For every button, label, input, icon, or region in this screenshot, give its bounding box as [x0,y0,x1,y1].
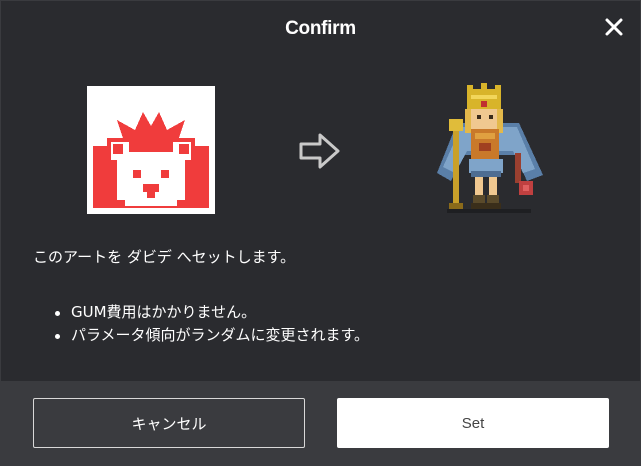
confirm-message: このアートを ダビデ へセットします。 [33,248,296,266]
pixel-king-character-icon [431,83,547,215]
lion-art-icon [87,86,215,214]
cancel-button[interactable]: キャンセル [33,398,305,448]
notes-list: GUM費用はかかりません。 パラメータ傾向がランダムに変更されます。 [49,301,369,347]
confirm-dialog: Confirm このアートを ダビデ へセットします。 GUM費用はかかりません… [0,0,641,466]
dialog-title: Confirm [285,18,356,39]
set-button[interactable]: Set [337,398,609,448]
list-item: パラメータ傾向がランダムに変更されます。 [49,324,369,347]
dialog-header: Confirm [1,1,640,57]
list-item: GUM費用はかかりません。 [49,301,369,324]
arrow-right-icon [298,131,342,171]
close-icon[interactable] [602,15,626,39]
dialog-footer: キャンセル Set [1,381,640,466]
